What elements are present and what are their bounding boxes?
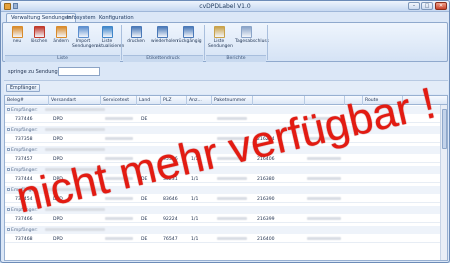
ribbon-button-label: Tagesabschluss — [235, 39, 269, 44]
ribbon-button-label: Liste Sendungen — [208, 39, 233, 49]
import-button[interactable]: Import Sendungen — [72, 26, 97, 52]
undo-button[interactable]: rückgängig — [177, 26, 202, 52]
redaction-blur — [105, 136, 133, 140]
new-button[interactable]: neu — [6, 26, 28, 52]
group-separator — [267, 25, 268, 60]
redaction-blur — [105, 116, 133, 120]
column-header[interactable]: PLZ — [161, 96, 187, 105]
redaction-blur — [45, 227, 105, 231]
new-icon — [11, 26, 23, 38]
edit-icon — [55, 26, 67, 38]
redacted-cell — [39, 106, 107, 114]
daily-closing-icon — [240, 26, 252, 38]
redacted-cell — [39, 226, 107, 234]
row-divider — [5, 222, 447, 223]
report-list-icon — [213, 26, 225, 38]
redaction-blur — [307, 176, 341, 180]
ribbon-button-label: Import Sendungen — [72, 39, 97, 49]
group-label: Empfänger: — [11, 107, 38, 113]
refresh-list-button[interactable]: Liste aktualisieren — [96, 26, 124, 52]
title-bar: cvDPDLabel V1.0 – □ ✕ — [1, 1, 449, 12]
redaction-blur — [217, 236, 247, 240]
application-window: cvDPDLabel V1.0 – □ ✕ Verwaltung Sendung… — [0, 0, 450, 263]
column-header[interactable]: Paketnummer — [212, 96, 253, 105]
jump-input[interactable] — [58, 67, 100, 76]
print-icon — [130, 26, 142, 38]
column-header[interactable]: Anz... — [187, 96, 212, 105]
import-icon — [77, 26, 89, 38]
daily-closing-button[interactable]: Tagesabschluss — [235, 26, 269, 52]
redaction-blur — [307, 196, 341, 200]
group-separator — [121, 25, 122, 60]
group-label: Empfänger: — [11, 127, 38, 133]
redaction-blur — [307, 216, 341, 220]
print-button[interactable]: drucken — [125, 26, 147, 52]
row-divider — [5, 242, 447, 243]
close-button[interactable]: ✕ — [435, 2, 447, 10]
group-by-empfaenger-button[interactable]: Empfänger — [6, 84, 41, 92]
redaction-blur — [45, 127, 105, 131]
group-label-etikettendruck: Etikettendruck — [123, 55, 203, 62]
redaction-blur — [105, 216, 133, 220]
ribbon-button-label: ändern — [53, 39, 69, 44]
jump-to-shipment: springe zu Sendung: — [5, 67, 205, 76]
repeat-print-icon — [156, 26, 168, 38]
column-header[interactable]: Beleg# — [5, 96, 49, 105]
redaction-blur — [217, 196, 247, 200]
refresh-list-icon — [101, 26, 113, 38]
column-header[interactable]: Land — [137, 96, 161, 105]
redaction-blur — [217, 216, 247, 220]
group-label-liste: Liste — [5, 55, 120, 62]
maximize-button[interactable]: □ — [421, 2, 433, 10]
group-row[interactable]: Empfänger: — [5, 226, 447, 234]
column-header[interactable]: Versandart — [49, 96, 101, 105]
redaction-blur — [45, 107, 105, 111]
ribbon: neu löschen ändern Import Sendungen Liste ak… — [2, 22, 448, 62]
table-row[interactable]: 737468 DPD DE 76547 1/1 216400 — [5, 235, 447, 243]
group-label-berichte: Berichte — [206, 55, 266, 62]
repeat-print-button[interactable]: wiederholen — [151, 26, 178, 52]
ribbon-button-label: löschen — [30, 39, 48, 44]
window-title: cvDPDLabel V1.0 — [199, 3, 251, 10]
ribbon-button-label: neu — [12, 39, 22, 44]
scrollbar-thumb[interactable] — [442, 109, 447, 149]
redaction-blur — [105, 236, 133, 240]
group-separator — [204, 25, 205, 60]
ribbon-button-label: rückgängig — [177, 39, 202, 44]
report-list-button[interactable]: Liste Sendungen — [208, 26, 233, 52]
ribbon-button-label: drucken — [127, 39, 145, 44]
delete-button[interactable]: löschen — [28, 26, 50, 52]
column-header[interactable]: Servicetext — [101, 96, 137, 105]
edit-button[interactable]: ändern — [50, 26, 72, 52]
undo-icon — [182, 26, 194, 38]
ribbon-button-label: wiederholen — [151, 39, 178, 44]
group-label: Empfänger: — [11, 147, 38, 153]
delete-icon — [33, 26, 45, 38]
redacted-cell — [39, 126, 107, 134]
minimize-button[interactable]: – — [408, 2, 420, 10]
redaction-blur — [307, 236, 341, 240]
jump-label: springe zu Sendung: — [8, 69, 60, 75]
